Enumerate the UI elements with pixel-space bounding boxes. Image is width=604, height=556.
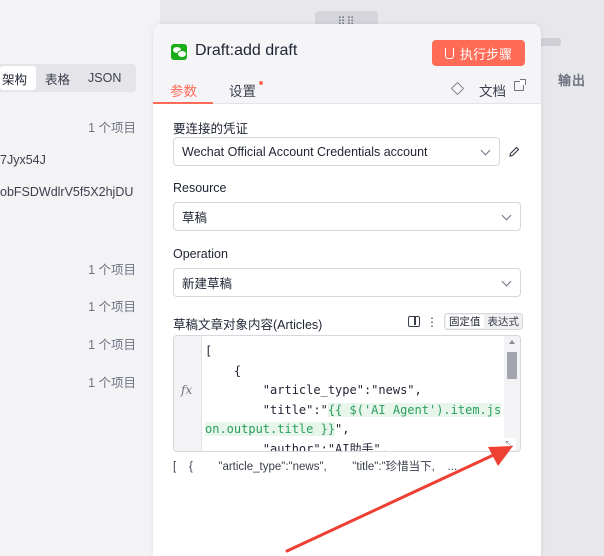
chevron-down-icon — [501, 276, 512, 287]
output-panel-handle — [541, 38, 561, 46]
tab-json[interactable]: JSON — [79, 66, 130, 90]
tab-json-label: JSON — [88, 71, 122, 85]
code-content[interactable]: [ { "article_type":"news", "title":"{{ $… — [205, 342, 502, 452]
field-value: 7Jyx54J — [0, 153, 46, 167]
chevron-down-icon — [480, 145, 491, 156]
operation-label: Operation — [173, 247, 228, 261]
scroll-up-icon[interactable] — [509, 340, 515, 344]
execute-step-button[interactable]: 执行步骤 — [432, 40, 525, 66]
credential-select[interactable]: Wechat Official Account Credentials acco… — [173, 137, 500, 166]
tab-table-label: 表格 — [45, 72, 71, 87]
code-line: "title":" — [205, 402, 328, 417]
resource-value: 草稿 — [182, 211, 208, 225]
wechat-icon — [171, 44, 187, 60]
resource-select[interactable]: 草稿 — [173, 202, 521, 231]
external-link-icon — [514, 79, 526, 91]
node-editor-modal: Draft:add draft 执行步骤 参数 设置 文档 要连接的凭证 Wec… — [153, 24, 541, 556]
tab-schema[interactable]: 架构 — [0, 66, 37, 90]
articles-label: 草稿文章对象内容(Articles) — [173, 318, 323, 332]
fx-icon: fx — [181, 383, 193, 397]
cube-icon[interactable] — [450, 81, 465, 96]
resize-icon[interactable]: ⤡ — [502, 438, 516, 450]
expression-token: on.output.title }} — [205, 422, 336, 436]
code-line: "article_type":"news", — [205, 383, 422, 397]
operation-value: 新建草稿 — [182, 277, 233, 291]
output-title: 输出 — [558, 73, 587, 88]
input-panel: 架构 表格 JSON 1 个项目 7Jyx54J obFSDWdlrV5f5X2… — [0, 0, 160, 556]
execute-step-label: 执行步骤 — [459, 46, 512, 62]
item-count: 1 个项目 — [88, 300, 136, 314]
tab-settings[interactable]: 设置 — [229, 80, 256, 100]
scroll-thumb[interactable] — [507, 352, 517, 379]
panel-icon[interactable] — [408, 316, 420, 327]
expression-token: {{ $('AI Agent').item.js — [327, 402, 502, 417]
articles-code-editor[interactable]: fx [ { "article_type":"news", "title":"{… — [173, 335, 521, 452]
input-view-tabs: 架构 表格 JSON — [0, 64, 136, 92]
kebab-icon[interactable]: ⋮ — [426, 316, 438, 328]
pencil-icon[interactable] — [508, 146, 520, 158]
item-count: 1 个项目 — [88, 376, 136, 390]
code-line: { — [205, 363, 242, 378]
value-mode-toggle[interactable]: 固定值 表达式 — [444, 313, 523, 330]
item-count: 1 个项目 — [88, 121, 136, 135]
resource-label: Resource — [173, 181, 227, 195]
tab-schema-label: 架构 — [2, 72, 28, 87]
node-header: Draft:add draft 执行步骤 参数 设置 文档 — [153, 24, 541, 104]
item-count: 1 个项目 — [88, 338, 136, 352]
tab-parameters[interactable]: 参数 — [170, 80, 197, 100]
operation-select[interactable]: 新建草稿 — [173, 268, 521, 297]
credential-label: 要连接的凭证 — [173, 122, 249, 136]
tab-table[interactable]: 表格 — [36, 66, 79, 90]
settings-indicator-dot — [259, 81, 263, 85]
code-line: "author":"AI助手", — [205, 441, 388, 452]
credential-value: Wechat Official Account Credentials acco… — [182, 144, 428, 159]
docs-link[interactable]: 文档 — [479, 80, 506, 100]
active-tab-underline — [153, 102, 213, 104]
mode-fixed[interactable]: 固定值 — [446, 315, 484, 328]
flask-icon — [444, 47, 454, 59]
field-value: obFSDWdlrV5f5X2hjDU — [0, 185, 134, 199]
articles-preview: [ { "article_type":"news", "title":"珍惜当下… — [173, 461, 458, 473]
editor-scrollbar[interactable] — [504, 336, 520, 451]
fx-gutter: fx — [174, 336, 202, 451]
articles-toolbar: ⋮ 固定值 表达式 — [408, 313, 523, 330]
mode-expression[interactable]: 表达式 — [485, 314, 523, 329]
item-count: 1 个项目 — [88, 263, 136, 277]
code-line: [ — [205, 344, 213, 358]
node-title[interactable]: Draft:add draft — [195, 42, 297, 60]
chevron-down-icon — [501, 210, 512, 221]
